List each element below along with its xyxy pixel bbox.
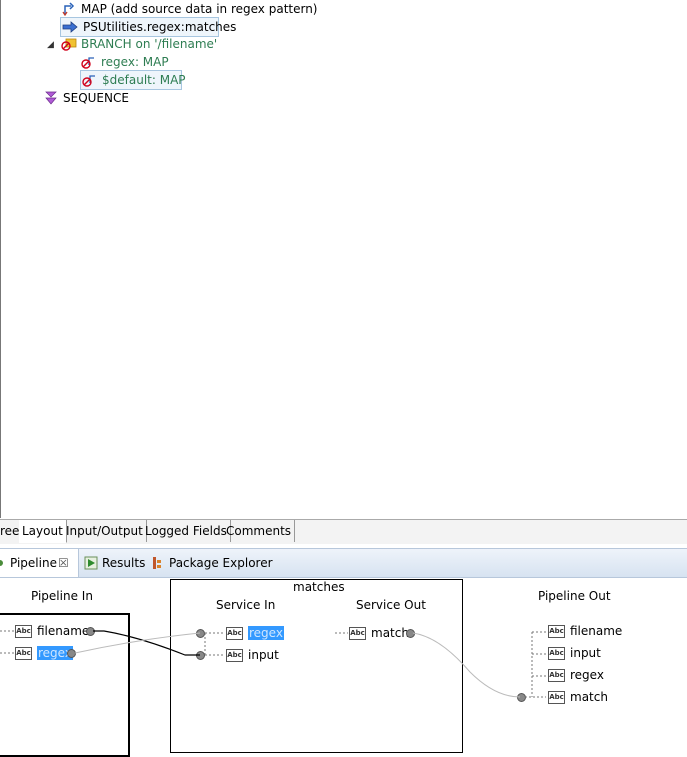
invoke-arrow-icon xyxy=(62,21,78,33)
tree-item-label: BRANCH on '/filename' xyxy=(81,37,218,51)
close-icon[interactable]: ☒ xyxy=(58,549,69,577)
disabled-map-icon xyxy=(82,75,95,87)
tree-item-label: $default: MAP xyxy=(102,73,186,87)
link-match-match xyxy=(412,632,521,698)
tab-input-output[interactable]: Input/Output xyxy=(63,520,147,542)
tab-pipeline[interactable]: Pipeline ☒ xyxy=(0,549,79,577)
pipeline-out-bracket xyxy=(525,631,546,698)
pipeline-links xyxy=(0,630,546,698)
tree-item-default-map[interactable]: $default: MAP xyxy=(80,70,186,90)
view-tabs: Pipeline ☒ Results Package Explorer xyxy=(0,548,687,578)
tree-item-label: regex: MAP xyxy=(101,55,169,69)
tab-layout[interactable]: Layout xyxy=(19,520,67,543)
map-icon xyxy=(62,2,75,16)
tree-item-label: MAP (add source data in regex pattern) xyxy=(81,2,318,16)
results-icon xyxy=(84,556,98,570)
pipeline-editor: Pipeline In Abc filename Abc regex matches… xyxy=(0,577,687,757)
branch-icon xyxy=(61,38,77,51)
tab-pipeline-label: Pipeline xyxy=(10,556,57,570)
disabled-map-icon xyxy=(81,57,94,69)
service-in-bracket xyxy=(204,632,224,656)
link-regex-regex xyxy=(74,632,201,654)
tree-item-invoke[interactable]: PSUtilities.regex:matches xyxy=(60,17,236,37)
tree-item-label: PSUtilities.regex:matches xyxy=(83,20,237,34)
pipeline-icon xyxy=(0,560,3,566)
tab-logged-fields[interactable]: Logged Fields xyxy=(142,520,231,542)
tab-comments[interactable]: Comments xyxy=(223,520,296,542)
editor-tabs: ree Layout Input/Output Logged Fields Co… xyxy=(0,519,687,544)
tab-results-label: Results xyxy=(102,556,146,570)
sequence-icon xyxy=(45,91,57,105)
package-explorer-icon xyxy=(153,557,161,569)
tab-package-explorer-label: Package Explorer xyxy=(169,556,273,570)
collapse-triangle-icon[interactable]: ◢ xyxy=(47,40,54,50)
flow-tree: MAP (add source data in regex pattern) P… xyxy=(0,0,687,518)
tree-item-label: SEQUENCE xyxy=(63,91,129,105)
